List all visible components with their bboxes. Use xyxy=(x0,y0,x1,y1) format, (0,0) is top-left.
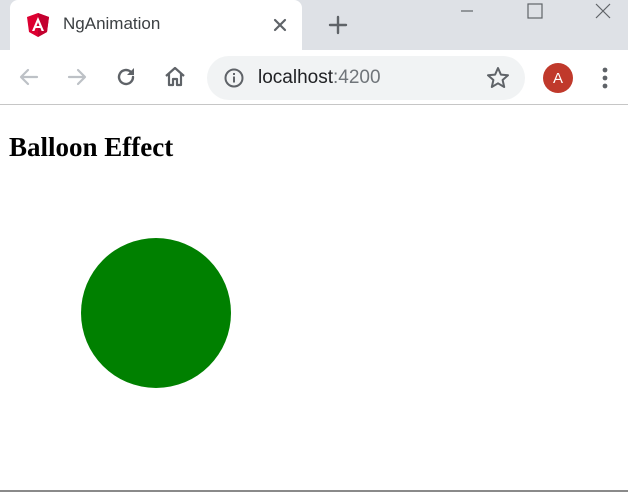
url-host: localhost xyxy=(258,67,333,88)
reload-icon xyxy=(117,68,135,86)
close-icon[interactable] xyxy=(269,14,291,36)
balloon[interactable] xyxy=(81,238,231,388)
page-title: Balloon Effect xyxy=(9,132,174,162)
back-button[interactable] xyxy=(14,62,44,92)
minimize-button[interactable] xyxy=(449,0,485,22)
maximize-button[interactable] xyxy=(517,0,553,22)
tab-title: NgAnimation xyxy=(63,14,161,33)
plus-icon xyxy=(328,15,348,35)
maximize-icon xyxy=(527,3,543,19)
angular-logo-icon xyxy=(27,13,49,37)
address-bar[interactable]: localhost:4200 xyxy=(207,56,525,100)
kebab-menu-icon[interactable] xyxy=(592,63,618,93)
close-window-button[interactable] xyxy=(585,0,621,22)
minimize-icon xyxy=(461,10,473,12)
arrow-right-icon xyxy=(67,68,87,86)
new-tab-button[interactable] xyxy=(324,11,352,39)
reload-button[interactable] xyxy=(111,62,141,92)
page-viewport: Balloon Effect xyxy=(0,105,628,491)
url-port: :4200 xyxy=(333,67,381,88)
home-icon xyxy=(165,66,185,87)
avatar[interactable]: A xyxy=(543,63,573,93)
browser-tab-active[interactable]: NgAnimation xyxy=(10,0,302,50)
forward-button[interactable] xyxy=(62,62,92,92)
close-window-icon xyxy=(595,3,611,19)
star-icon[interactable] xyxy=(485,65,511,91)
arrow-left-icon xyxy=(19,68,39,86)
info-icon[interactable] xyxy=(223,67,245,89)
browser-toolbar: localhost:4200 A xyxy=(0,50,628,105)
home-button[interactable] xyxy=(160,62,190,92)
tab-strip: NgAnimation xyxy=(0,0,628,50)
url-text[interactable]: localhost:4200 xyxy=(258,67,381,89)
